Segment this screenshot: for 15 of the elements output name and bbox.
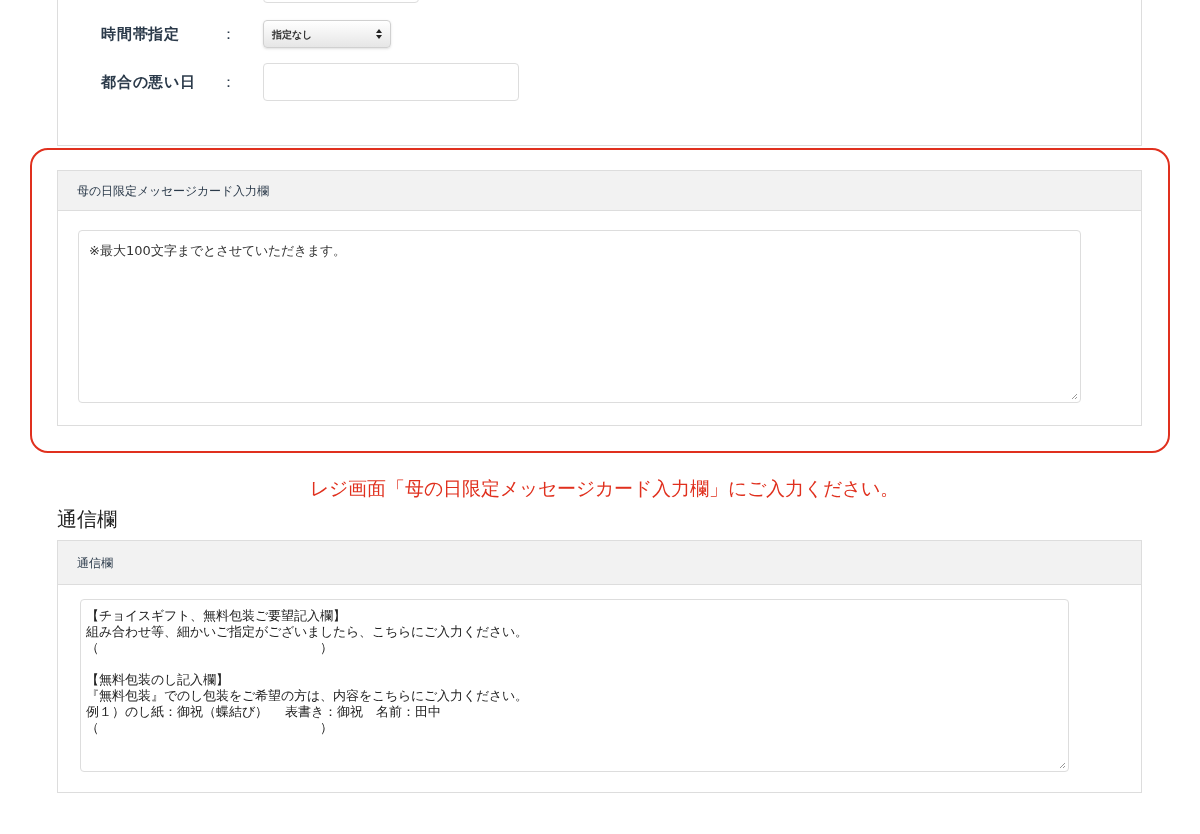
- resize-grip-icon[interactable]: [1071, 393, 1078, 400]
- card-header: 母の日限定メッセージカード入力欄: [58, 171, 1141, 211]
- comments-textarea[interactable]: 【チョイスギフト、無料包装ご要望記入欄】 組み合わせ等、細かいご指定がございましたら、こちらにご入力ください。 （ ） 【無料包装のし記入欄】 『無料包装』でのし包装をご希望の方は、内容をこちらにご入力ください。 例１）のし紙：御祝（蝶結び） 表書き：御祝 名前：田中 （ ）: [80, 599, 1069, 772]
- instruction-note: レジ画面「母の日限定メッセージカード入力欄」にご入力ください。: [308, 476, 900, 501]
- field-label: 時間帯指定: [101, 23, 181, 45]
- colon: ：: [221, 71, 237, 93]
- stepper-icon: [376, 29, 382, 39]
- section-heading: 通信欄: [57, 506, 118, 533]
- message-textarea[interactable]: ※最大100文字までとさせていただきます。: [78, 230, 1081, 403]
- field-label: 都合の悪い日: [101, 71, 197, 93]
- resize-grip-icon[interactable]: [1059, 762, 1066, 769]
- card-header: 通信欄: [58, 541, 1141, 585]
- time-select[interactable]: 指定なし: [263, 20, 391, 48]
- date-input[interactable]: [263, 63, 519, 101]
- colon: ：: [221, 23, 237, 45]
